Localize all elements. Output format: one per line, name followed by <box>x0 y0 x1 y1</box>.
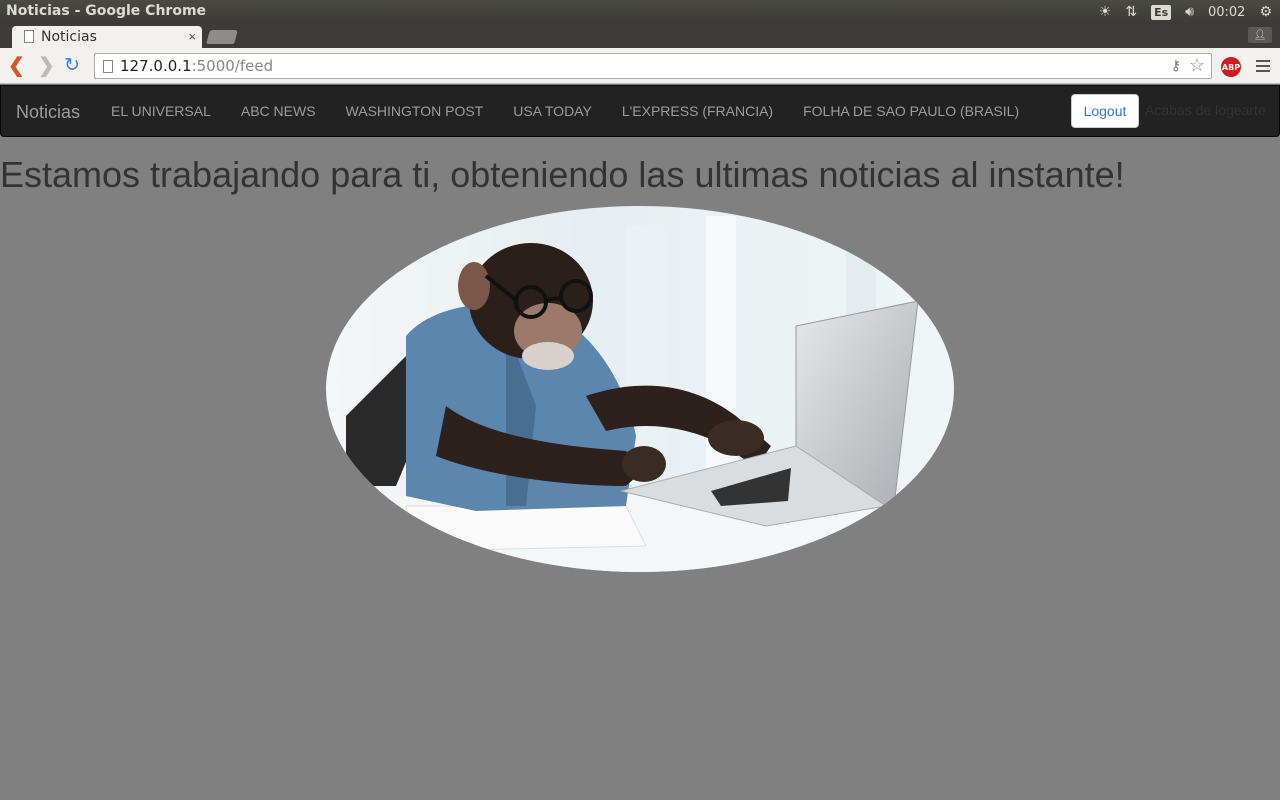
page-icon <box>103 60 113 73</box>
settings-gear-icon[interactable]: ⚙ <box>1259 0 1272 24</box>
login-flash-message: Acabas de logearte <box>1145 102 1266 118</box>
url-path: :5000/feed <box>191 57 274 75</box>
nav-link-abc-news[interactable]: ABC NEWS <box>226 86 331 136</box>
forward-arrow-icon[interactable]: ❯ <box>38 56 55 76</box>
back-arrow-icon[interactable]: ❮ <box>8 56 25 76</box>
window-title: Noticias - Google Chrome <box>6 3 207 19</box>
keyboard-layout-indicator[interactable]: Es <box>1151 0 1172 24</box>
network-icon[interactable]: ⇅ <box>1125 0 1137 24</box>
new-tab-button[interactable] <box>206 30 238 44</box>
nav-link-usa-today[interactable]: USA TODAY <box>498 86 607 136</box>
key-icon[interactable]: ⚷ <box>1171 57 1181 74</box>
page-headline: Estamos trabajando para ti, obteniendo l… <box>0 154 1125 195</box>
nav-link-el-universal[interactable]: EL UNIVERSAL <box>96 86 226 136</box>
browser-tabstrip: Noticias × 👤︎ <box>0 24 1280 48</box>
volume-icon[interactable]: 🔊︎ <box>1185 0 1194 24</box>
adblock-plus-icon[interactable]: ABP <box>1221 57 1241 77</box>
profile-icon[interactable]: 👤︎ <box>1248 27 1272 43</box>
navbar-brand[interactable]: Noticias <box>16 102 80 123</box>
page-icon <box>24 30 34 43</box>
nav-link-lexpress[interactable]: L'EXPRESS (FRANCIA) <box>607 86 788 136</box>
browser-toolbar: ❮ ❯ ↻ 127.0.0.1:5000/feed ⚷ ☆ ABP <box>0 48 1280 84</box>
reload-icon[interactable]: ↻ <box>64 56 80 76</box>
os-top-panel: Noticias - Google Chrome ☀ ⇅ Es 🔊︎ 00:02… <box>0 0 1280 24</box>
url-host: 127.0.0.1 <box>120 57 192 75</box>
nav-link-folha-de-sao-paulo[interactable]: FOLHA DE SAO PAULO (BRASIL) <box>788 86 1034 136</box>
url-text[interactable]: 127.0.0.1:5000/feed <box>120 57 273 75</box>
bookmark-star-icon[interactable]: ☆ <box>1189 55 1205 76</box>
close-tab-icon[interactable]: × <box>188 29 196 44</box>
tab-title: Noticias <box>41 29 97 45</box>
chimpanzee-laptop-illustration <box>326 216 954 572</box>
system-tray: ☀ ⇅ Es 🔊︎ 00:02 ⚙ <box>1085 0 1272 24</box>
hamburger-menu-icon[interactable] <box>1256 57 1270 75</box>
logout-button[interactable]: Logout <box>1071 94 1139 128</box>
nav-links: EL UNIVERSAL ABC NEWS WASHINGTON POST US… <box>96 86 1034 136</box>
tab-noticias[interactable]: Noticias × <box>12 26 202 48</box>
keyboard-layout-label: Es <box>1151 4 1172 20</box>
brightness-icon[interactable]: ☀ <box>1099 0 1112 24</box>
nav-link-washington-post[interactable]: WASHINGTON POST <box>331 86 499 136</box>
hero-image <box>326 206 954 572</box>
clock[interactable]: 00:02 <box>1208 0 1245 24</box>
site-navbar: Noticias EL UNIVERSAL ABC NEWS WASHINGTO… <box>0 85 1280 137</box>
address-bar[interactable]: 127.0.0.1:5000/feed ⚷ ☆ <box>94 53 1212 79</box>
